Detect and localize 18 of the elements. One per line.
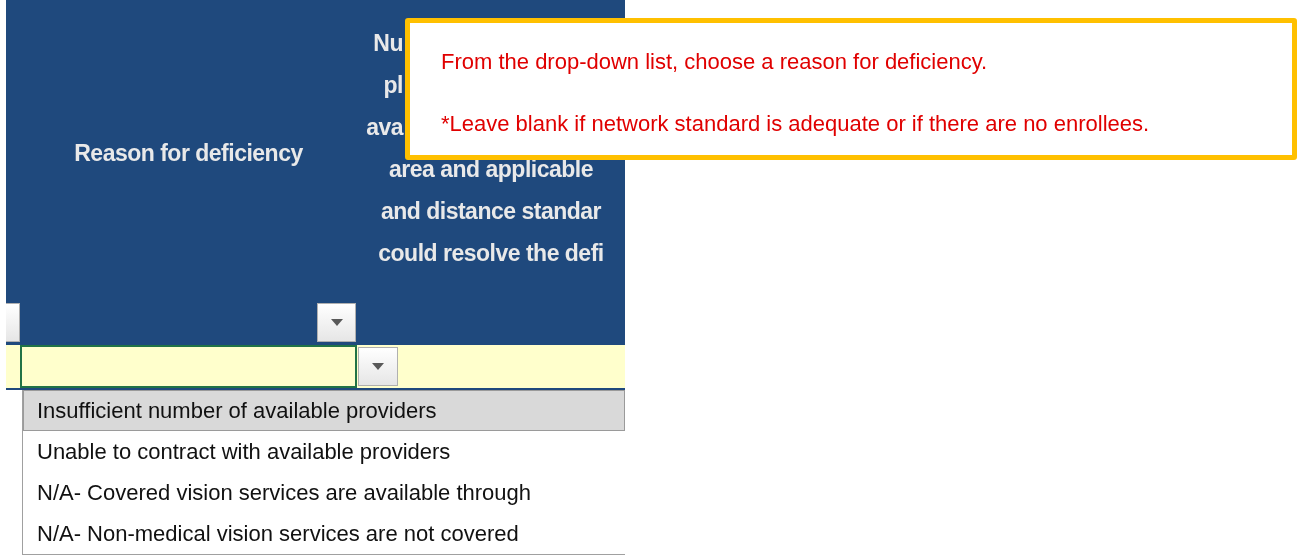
dropdown-item[interactable]: Insufficient number of available providers (23, 390, 625, 431)
dropdown-item[interactable]: N/A- Covered vision services are available through (23, 472, 625, 513)
column-header-text: and distance standar (380, 197, 602, 226)
dropdown-item[interactable]: Unable to contract with available providers (23, 431, 625, 472)
column-header-text: area and applicable (389, 155, 593, 184)
caret-icon (372, 363, 384, 370)
selected-cell[interactable] (20, 345, 357, 388)
caret-icon (330, 319, 343, 326)
dropdown-button[interactable] (317, 303, 356, 342)
column-header-text: ava (366, 113, 403, 142)
dropdown-button[interactable] (358, 347, 398, 386)
dropdown-item[interactable]: N/A- Non-medical vision services are not covered (23, 513, 625, 554)
callout-text: From the drop-down list, choose a reason for deficiency. (441, 49, 989, 75)
column-header-text: pl (383, 71, 403, 100)
column-header-text: could resolve the defi (378, 239, 604, 268)
column-header-text: Nu (373, 29, 403, 58)
column-header: Reason for deficiency (74, 139, 303, 169)
callout-text: *Leave blank if network standard is adequate or if there are no enrollees. (441, 111, 1151, 137)
